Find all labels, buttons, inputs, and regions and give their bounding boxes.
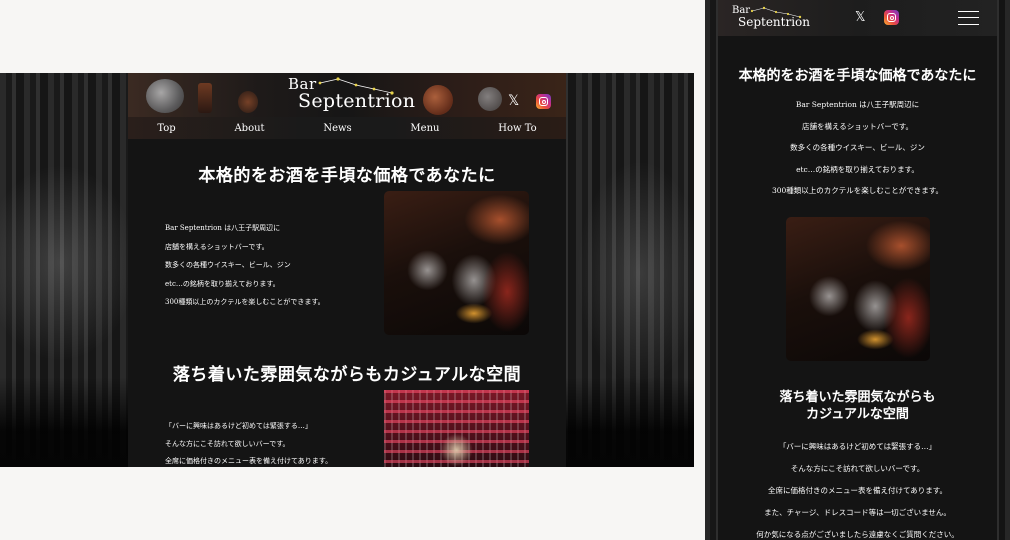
logo-septentrion-text: Septentrion	[738, 15, 811, 29]
section2-line: 全席に価格付きのメニュー表を備え付けてあります。	[767, 486, 948, 495]
section1-line: Bar Septentrion は八王子駅周辺に	[165, 224, 281, 232]
section2-line: また、チャージ、ドレスコード等は一切ございません。	[764, 508, 951, 517]
section2-line: 何か気になる点がございましたら遠慮なくご質問ください。	[756, 530, 959, 539]
section1-line: etc…の銘柄を取り揃えております。	[796, 164, 919, 174]
section1-line: etc…の銘柄を取り揃えております。	[165, 279, 280, 288]
nav-item-howto[interactable]: How To	[498, 123, 536, 134]
mobile-page: Bar Septentrion 𝕏 本格的をお酒を手頃な価格であなたに Bar …	[718, 0, 997, 540]
nav-item-menu[interactable]: Menu	[410, 123, 439, 134]
section1-line: 数多くの各種ウイスキー、ビール、ジン	[790, 143, 925, 152]
nav-item-about[interactable]: About	[234, 123, 264, 134]
section2-heading: 落ち着いた雰囲気ながらも カジュアルな空間	[718, 389, 997, 423]
section2-heading-line: カジュアルな空間	[806, 407, 909, 422]
site-header: Bar Septentrion 𝕏	[128, 73, 566, 117]
desktop-preview: Bar Septentrion 𝕏 Top About News Menu Ho…	[0, 73, 694, 467]
desktop-page: Bar Septentrion 𝕏 Top About News Menu Ho…	[128, 73, 566, 467]
site-logo[interactable]: Bar Septentrion	[288, 75, 415, 115]
mobile-preview: Bar Septentrion 𝕏 本格的をお酒を手頃な価格であなたに Bar …	[705, 0, 1010, 540]
section2-line: 全席に価格付きのメニュー表を備え付けてあります。	[165, 457, 333, 465]
logo-septentrion-text: Septentrion	[298, 90, 416, 112]
nav-item-top[interactable]: Top	[157, 123, 175, 134]
section2-line: 「バーに興味はあるけど初めては緊張する…」	[778, 442, 937, 451]
section2-heading-line: 落ち着いた雰囲気ながらも	[779, 390, 936, 405]
cocktail-photo	[384, 191, 529, 335]
mobile-header: Bar Septentrion 𝕏	[718, 0, 997, 36]
header-decor	[478, 87, 502, 111]
section1-text: Bar Septentrion は八王子駅周辺に 店舗を構えるショットバーです。…	[165, 223, 375, 316]
instagram-icon[interactable]	[536, 94, 551, 109]
bar-interior-photo	[384, 390, 529, 467]
header-decor	[423, 85, 453, 115]
section1-line: Bar Septentrion は八王子駅周辺に	[795, 100, 920, 109]
section1-heading: 本格的をお酒を手頃な価格であなたに	[198, 166, 496, 186]
section2-text: 「バーに興味はあるけど初めては緊張する…」 そんな方にこそ訪れて欲しいバーです。…	[165, 421, 375, 467]
section2-line: そんな方にこそ訪れて欲しいバーです。	[165, 439, 290, 448]
x-logo-icon[interactable]: 𝕏	[855, 11, 865, 24]
hamburger-menu-icon[interactable]	[958, 11, 979, 25]
section2-text: 「バーに興味はあるけど初めては緊張する…」 そんな方にこそ訪れて欲しいバーです。…	[718, 441, 997, 540]
section2-heading: 落ち着いた雰囲気ながらもカジュアルな空間	[172, 365, 522, 385]
header-decor	[198, 83, 212, 113]
section2-line: 「バーに興味はあるけど初めては緊張する…」	[165, 422, 312, 430]
section1-heading: 本格的をお酒を手頃な価格であなたに	[738, 68, 977, 84]
section1-line: 300種類以上のカクテルを楽しむことができます。	[165, 298, 325, 307]
section1-line: 店舗を構えるショットバーです。	[165, 242, 269, 251]
header-decor	[238, 91, 258, 113]
section1-line: 300種類以上のカクテルを楽しむことができます。	[771, 186, 944, 195]
section1-text: Bar Septentrion は八王子駅周辺に 店舗を構えるショットバーです。…	[718, 99, 997, 207]
section1-line: 数多くの各種ウイスキー、ビール、ジン	[165, 261, 291, 270]
nav-item-news[interactable]: News	[323, 123, 351, 134]
header-decor	[146, 79, 184, 113]
instagram-icon[interactable]	[884, 10, 899, 25]
x-logo-icon[interactable]: 𝕏	[508, 94, 522, 108]
main-nav: Top About News Menu How To	[128, 117, 566, 139]
cocktail-photo	[786, 217, 930, 361]
section1-line: 店舗を構えるショットバーです。	[801, 121, 914, 131]
site-logo[interactable]: Bar Septentrion	[732, 5, 812, 31]
section2-line: そんな方にこそ訪れて欲しいバーです。	[790, 464, 925, 473]
